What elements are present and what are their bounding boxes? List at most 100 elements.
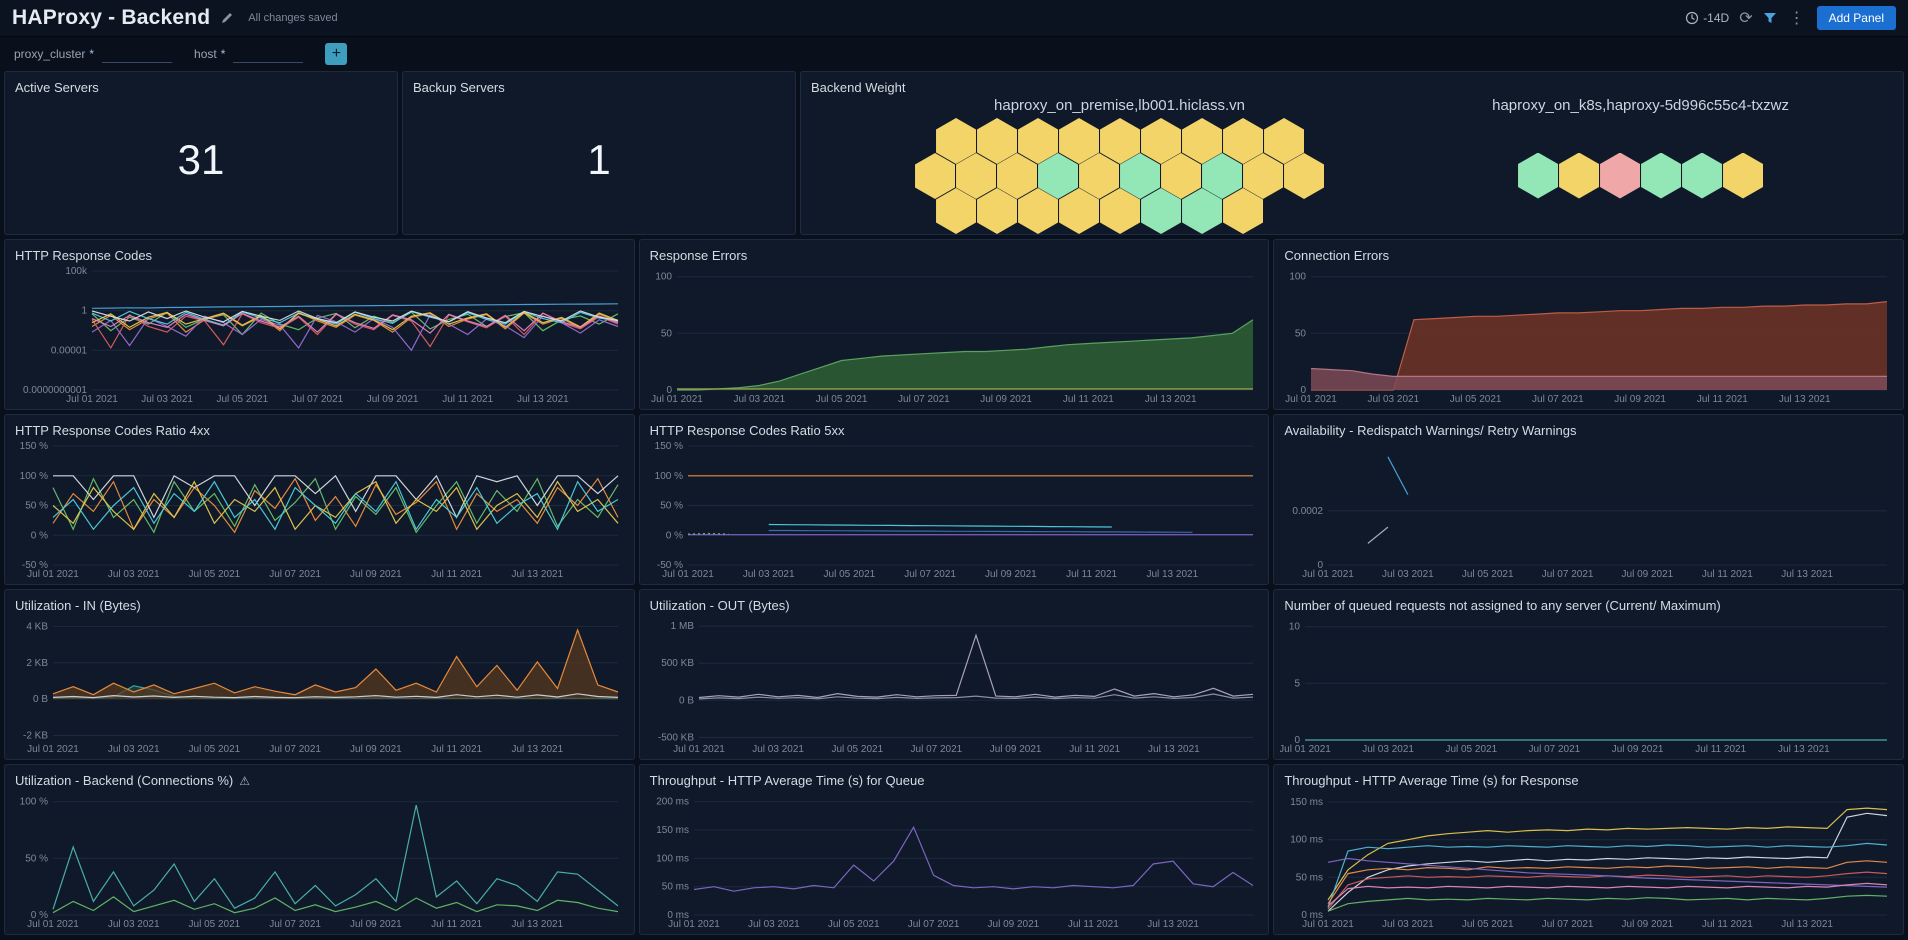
utilization-out-chart[interactable]: 1 MB 500 KB 0 B -500 KB Jul 01 2021 Jul 03 20…: [646, 616, 1261, 755]
ratio-5xx-chart[interactable]: 150 % 100 % 50 % 0 % -50 % Jul 01 2021 Jul 03 …: [646, 441, 1261, 580]
honeycomb-chart[interactable]: haproxy_on_premise,lb001.hiclass.vn hapro…: [801, 95, 1903, 234]
svg-text:Jul 13 2021: Jul 13 2021: [511, 919, 563, 930]
more-options-icon[interactable]: ⋮: [1787, 8, 1807, 28]
svg-text:Jul 05 2021: Jul 05 2021: [1462, 919, 1514, 930]
svg-text:Jul 01 2021: Jul 01 2021: [662, 569, 714, 580]
filter-icon[interactable]: [1763, 11, 1777, 25]
response-errors-chart[interactable]: 100 50 0 Jul 01 2021 Jul 03 2021 Jul 05 2021 J…: [646, 266, 1261, 405]
svg-text:Jul 13 2021: Jul 13 2021: [511, 569, 563, 580]
svg-text:Jul 13 2021: Jul 13 2021: [1145, 394, 1197, 405]
svg-text:Jul 07 2021: Jul 07 2021: [1532, 394, 1584, 405]
filter-label: host: [194, 46, 217, 61]
panel-title: Number of queued requests not assigned t…: [1284, 598, 1721, 613]
svg-text:50 %: 50 %: [25, 853, 48, 864]
panel-backup-servers: Backup Servers 1: [402, 71, 796, 235]
svg-text:Jul 13 2021: Jul 13 2021: [517, 394, 569, 405]
add-filter-button[interactable]: +: [325, 43, 348, 65]
svg-text:Jul 05 2021: Jul 05 2021: [189, 569, 241, 580]
panel-availability-warnings: Availability - Redispatch Warnings/ Retr…: [1273, 414, 1905, 585]
panel-title: Throughput - HTTP Average Time (s) for Q…: [649, 773, 925, 788]
svg-text:Jul 03 2021: Jul 03 2021: [1368, 394, 1420, 405]
svg-text:150 %: 150 %: [20, 441, 48, 452]
svg-text:50 ms: 50 ms: [661, 882, 688, 893]
svg-text:Jul 07 2021: Jul 07 2021: [292, 394, 344, 405]
backend-group-label: haproxy_on_premise,lb001.hiclass.vn: [994, 97, 1246, 114]
svg-text:Jul 09 2021: Jul 09 2021: [987, 919, 1039, 930]
panel-title: Throughput - HTTP Average Time (s) for R…: [1284, 773, 1579, 788]
svg-text:1 MB: 1 MB: [670, 621, 694, 632]
clock-icon: [1686, 11, 1699, 25]
host-input[interactable]: [233, 45, 304, 63]
svg-text:Jul 11 2021: Jul 11 2021: [1066, 569, 1117, 580]
svg-text:150 ms: 150 ms: [656, 825, 689, 836]
svg-text:Jul 07 2021: Jul 07 2021: [898, 394, 950, 405]
svg-text:150 ms: 150 ms: [1291, 797, 1324, 808]
http-response-codes-chart[interactable]: 100k 1 0.00001 0.0000000001 Jul 01 2021 Jul 0…: [11, 266, 626, 405]
panel-connection-errors: Connection Errors 100 50 0 Jul 01 2021 Jul 0…: [1273, 239, 1905, 410]
svg-text:200 ms: 200 ms: [656, 797, 689, 808]
svg-text:Jul 09 2021: Jul 09 2021: [367, 394, 419, 405]
panel-queued-requests: Number of queued requests not assigned t…: [1273, 589, 1905, 760]
svg-text:50 ms: 50 ms: [1296, 872, 1323, 883]
queued-requests-chart[interactable]: 10 5 0 Jul 01 2021 Jul 03 2021 Jul 05 2021 Jul…: [1279, 616, 1895, 755]
svg-text:Jul 05 2021: Jul 05 2021: [216, 394, 268, 405]
svg-text:100: 100: [1290, 272, 1307, 283]
time-range-button[interactable]: -14D: [1685, 11, 1729, 25]
warning-icon[interactable]: ⚠: [239, 774, 250, 788]
svg-text:Jul 01 2021: Jul 01 2021: [27, 744, 79, 755]
svg-text:Jul 07 2021: Jul 07 2021: [910, 744, 962, 755]
throughput-response-chart[interactable]: 150 ms 100 ms 50 ms 0 ms Jul 01 2021 Jul 03 2…: [1280, 791, 1895, 930]
panel-title: HTTP Response Codes: [15, 248, 153, 263]
svg-text:Jul 05 2021: Jul 05 2021: [189, 744, 241, 755]
svg-text:Jul 07 2021: Jul 07 2021: [269, 569, 321, 580]
svg-text:Jul 05 2021: Jul 05 2021: [831, 744, 883, 755]
svg-text:Jul 09 2021: Jul 09 2021: [1622, 569, 1674, 580]
svg-text:Jul 03 2021: Jul 03 2021: [141, 394, 193, 405]
hex-cell-yellow[interactable]: [1723, 152, 1764, 199]
svg-text:Jul 01 2021: Jul 01 2021: [673, 744, 725, 755]
hex-cell-green[interactable]: [1518, 152, 1559, 199]
svg-text:Jul 13 2021: Jul 13 2021: [1782, 569, 1834, 580]
svg-text:Jul 11 2021: Jul 11 2021: [442, 394, 493, 405]
svg-text:Jul 07 2021: Jul 07 2021: [1542, 919, 1594, 930]
svg-text:Jul 03 2021: Jul 03 2021: [108, 919, 160, 930]
svg-text:Jul 07 2021: Jul 07 2021: [269, 919, 321, 930]
svg-text:Jul 11 2021: Jul 11 2021: [1697, 394, 1748, 405]
svg-text:Jul 01 2021: Jul 01 2021: [1280, 744, 1331, 755]
hex-cell-green[interactable]: [1682, 152, 1723, 199]
ratio-4xx-chart[interactable]: 150 % 100 % 50 % 0 % -50 % Jul 01 2021 Jul 03 …: [11, 441, 626, 580]
edit-icon[interactable]: [220, 11, 234, 25]
availability-warnings-chart[interactable]: 0.0002 0 Jul 01 2021 Jul 03 2021 Jul 05 2021…: [1280, 441, 1895, 580]
svg-text:Jul 03 2021: Jul 03 2021: [1382, 919, 1434, 930]
svg-text:50: 50: [661, 328, 673, 339]
required-asterisk: *: [220, 46, 226, 61]
panel-title: Backup Servers: [413, 80, 505, 95]
svg-text:Jul 09 2021: Jul 09 2021: [350, 744, 402, 755]
backend-group-label: haproxy_on_k8s,haproxy-5d996c55c4-txzwz: [1492, 97, 1789, 114]
svg-text:4 KB: 4 KB: [26, 621, 48, 632]
svg-text:Jul 09 2021: Jul 09 2021: [989, 744, 1041, 755]
svg-text:Jul 09 2021: Jul 09 2021: [1612, 744, 1664, 755]
throughput-queue-chart[interactable]: 200 ms 150 ms 100 ms 50 ms 0 ms Jul 01 2021 Ju…: [646, 791, 1261, 930]
svg-text:50 %: 50 %: [25, 501, 48, 512]
svg-text:Jul 13 2021: Jul 13 2021: [511, 744, 563, 755]
svg-text:0 B: 0 B: [33, 694, 48, 705]
panel-title: Utilization - Backend (Connections %) ⚠: [5, 765, 634, 788]
utilization-backend-chart[interactable]: 100 % 50 % 0 % Jul 01 2021 Jul 03 2021 Jul 05…: [11, 791, 626, 930]
svg-text:Jul 01 2021: Jul 01 2021: [651, 394, 703, 405]
svg-text:Jul 03 2021: Jul 03 2021: [1382, 569, 1434, 580]
add-panel-button[interactable]: Add Panel: [1816, 6, 1896, 30]
hex-cell-red[interactable]: [1600, 152, 1641, 199]
connection-errors-chart[interactable]: 100 50 0 Jul 01 2021 Jul 03 2021 Jul 05 2021 J…: [1280, 266, 1895, 405]
svg-text:Jul 01 2021: Jul 01 2021: [1285, 394, 1337, 405]
utilization-in-chart[interactable]: 4 KB 2 KB 0 B -2 KB Jul 01 2021 Jul 03 2021 Ju…: [11, 616, 626, 755]
svg-text:0.0002: 0.0002: [1293, 506, 1324, 517]
proxy-cluster-input[interactable]: [102, 45, 173, 63]
svg-text:5: 5: [1295, 678, 1301, 689]
svg-text:Jul 03 2021: Jul 03 2021: [748, 919, 800, 930]
svg-text:100 %: 100 %: [20, 797, 48, 808]
hex-cell-green[interactable]: [1641, 152, 1682, 199]
hex-cell-yellow[interactable]: [1559, 152, 1600, 199]
refresh-icon[interactable]: ⟳: [1739, 8, 1752, 28]
svg-text:Jul 07 2021: Jul 07 2021: [1542, 569, 1594, 580]
